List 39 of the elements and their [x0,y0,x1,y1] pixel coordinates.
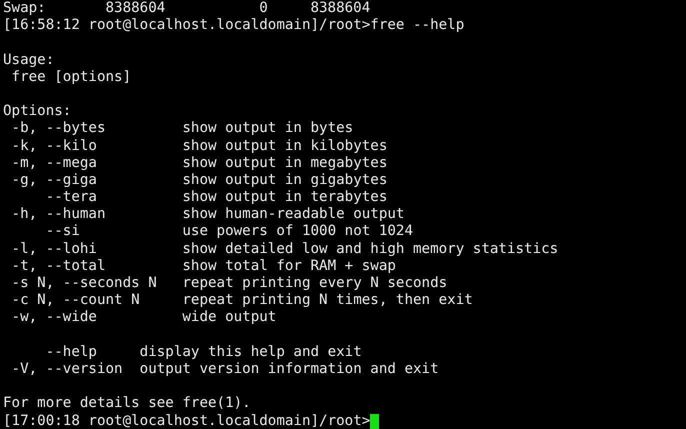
option-label: --tera [44,189,97,206]
option-description: show total for RAM + swap [182,258,396,275]
option-label: --si [44,223,80,240]
option-label: -s N, --seconds N [10,275,157,291]
option-description: show human-readable output [182,206,404,224]
option-label: -t, --total [10,258,106,274]
option-description: use powers of 1000 not 1024 [182,223,413,241]
option-label: -b, --bytes [10,120,106,136]
terminal-line: Usage: [3,52,54,69]
option-description: show output in terabytes [182,189,388,206]
option-description: show output in megabytes [182,154,388,172]
option-label: -c N, --count N [10,292,140,308]
option-description: output version information and exit [140,360,439,378]
option-description: repeat printing N times, then exit [182,292,473,310]
option-label: -h, --human [10,206,106,222]
terminal-line: free [options] [10,68,132,86]
option-description: display this help and exit [140,344,362,361]
option-description: repeat printing every N seconds [182,275,448,292]
output-value: 8388604 [105,0,166,18]
option-label: -m, --mega [10,154,97,171]
output-value: 8388604 [310,0,372,18]
option-description: wide output [182,309,276,327]
output-value: Swap: [3,0,47,18]
option-label: -g, --giga [10,172,97,188]
shell-prompt: [17:00:18 root@localhost.localdomain]/root> [3,412,370,429]
terminal-line: [16:58:12 root@localhost.localdomain]/root>free --help [3,17,464,34]
terminal-line: For more details see free(1). [3,395,251,412]
option-description: show output in kilobytes [182,138,388,155]
option-label: -w, --wide [10,309,97,326]
option-label: --help [44,344,97,360]
option-description: show output in gigabytes [182,172,388,190]
option-label: -V, --version [10,360,123,377]
option-description: show output in bytes [182,120,354,138]
option-description: show detailed low and high memory statistics [182,240,558,258]
option-label: -l, --lohi [10,240,97,257]
output-value: 0 [259,0,269,18]
option-label: -k, --kilo [10,138,97,154]
terminal-line: Options: [3,103,72,120]
cursor [370,414,379,429]
